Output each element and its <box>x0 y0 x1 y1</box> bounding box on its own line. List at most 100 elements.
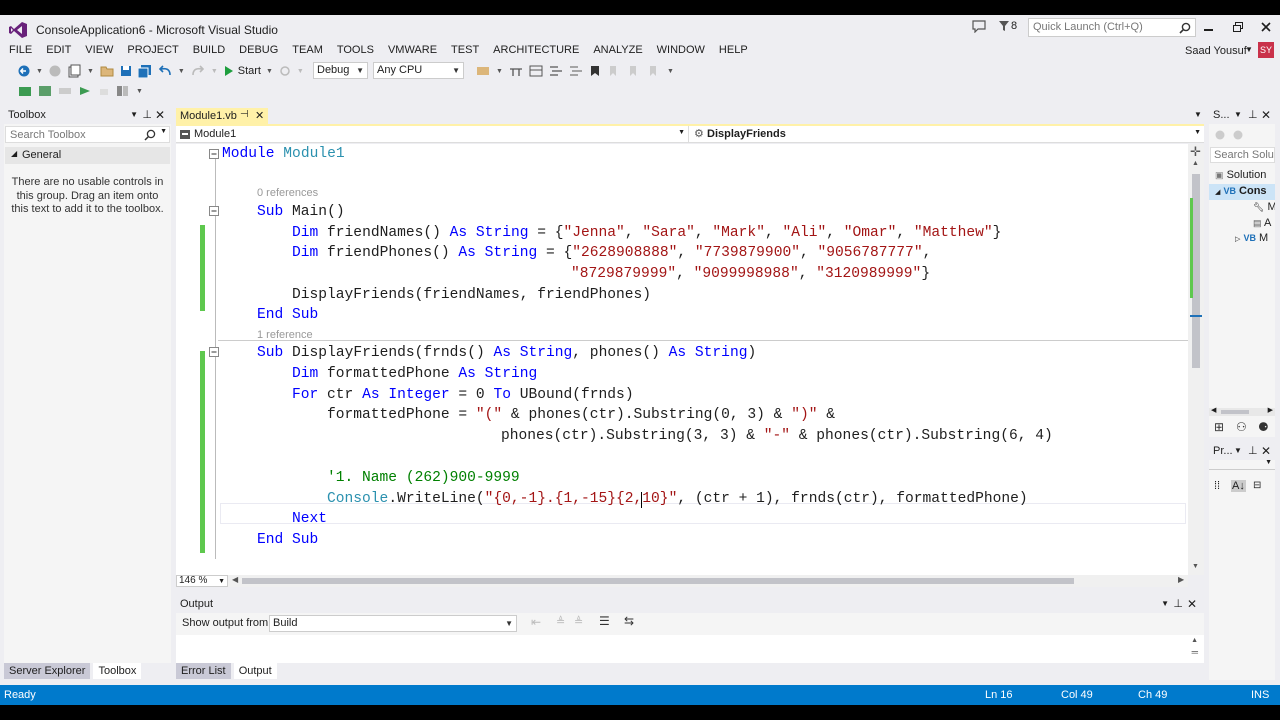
menu-vmware[interactable]: VMWARE <box>381 43 444 57</box>
restore-button[interactable] <box>1233 22 1243 32</box>
user-dropdown-icon[interactable]: ▼ <box>1245 45 1253 54</box>
extensions-icon[interactable] <box>116 85 130 97</box>
properties-object-select[interactable]: ▼ <box>1209 459 1275 470</box>
uncomment-icon[interactable] <box>569 65 583 77</box>
refresh-dropdown-icon[interactable]: ▼ <box>297 68 304 75</box>
open-folder-icon[interactable] <box>100 65 114 77</box>
user-name[interactable]: Saad Yousuf <box>1185 45 1247 57</box>
find-dropdown-icon[interactable]: ▼ <box>496 68 503 75</box>
menu-tools[interactable]: TOOLS <box>330 43 381 57</box>
panel-options-icon[interactable]: ▼ <box>130 106 138 124</box>
undo-icon[interactable] <box>158 65 172 77</box>
configuration-select[interactable]: Debug ▼ <box>313 62 368 79</box>
menu-build[interactable]: BUILD <box>186 43 232 57</box>
menu-test[interactable]: TEST <box>444 43 486 57</box>
close-icon[interactable]: ✕ <box>1187 595 1197 613</box>
prev-message-icon[interactable]: ≜ <box>556 615 565 628</box>
menu-architecture[interactable]: ARCHITECTURE <box>486 43 586 57</box>
scroll-right-icon[interactable]: ▶ <box>1268 406 1273 414</box>
split-editor-icon[interactable]: ✛ <box>1190 144 1201 160</box>
pin-icon[interactable]: ⊥ <box>1248 106 1258 124</box>
toolbox-search-input[interactable]: Search Toolbox ▼ <box>5 126 170 143</box>
new-dropdown-icon[interactable]: ▼ <box>87 68 94 75</box>
code-editor[interactable]: Module Module1 0 references Sub Main() D… <box>176 144 1188 575</box>
clear-all-icon[interactable]: ☰ <box>599 614 610 628</box>
navigate-icon[interactable] <box>509 65 523 77</box>
horizontal-scroll-thumb[interactable] <box>242 578 1074 584</box>
back-icon[interactable] <box>1215 130 1225 140</box>
feedback-filter-icon[interactable] <box>999 20 1009 32</box>
property-pages-icon[interactable]: ⊟ <box>1253 480 1261 491</box>
nav-type-select[interactable]: Module1 ▼ <box>176 126 689 143</box>
categorized-icon[interactable]: ⁞⁞ <box>1214 480 1220 492</box>
split-icon[interactable]: ═ <box>1192 647 1198 657</box>
save-icon[interactable] <box>120 65 132 77</box>
tree-item-solution[interactable]: ▣ Solution <box>1209 168 1275 184</box>
collapse-triangle-icon[interactable]: ◢ <box>11 149 17 158</box>
tab-server-explorer[interactable]: Server Explorer <box>4 663 91 679</box>
menu-debug[interactable]: DEBUG <box>232 43 285 57</box>
word-wrap-icon[interactable]: ⇆ <box>624 614 634 628</box>
prev-bookmark-icon[interactable] <box>607 65 621 77</box>
start-button[interactable]: Start <box>238 65 261 77</box>
copy-website-icon[interactable] <box>58 85 72 97</box>
menu-edit[interactable]: EDIT <box>39 43 78 57</box>
search-options-icon[interactable]: ▼ <box>160 128 167 135</box>
close-icon[interactable]: ✕ <box>1261 442 1271 460</box>
tree-item-project[interactable]: ◢ VB Cons <box>1209 183 1275 200</box>
pin-icon[interactable]: ⊥ <box>1173 595 1183 613</box>
menu-analyze[interactable]: ANALYZE <box>586 43 649 57</box>
go-to-message-icon[interactable]: ⇤ <box>531 615 541 629</box>
editor-vertical-scrollbar[interactable]: ✛ ▲ ▼ <box>1188 144 1204 575</box>
alphabetical-icon[interactable]: A↓ <box>1231 480 1246 492</box>
refresh-icon[interactable] <box>279 65 291 77</box>
tree-item-app-config[interactable]: ▤ A <box>1209 216 1275 232</box>
start-play-icon[interactable] <box>224 65 234 77</box>
bookmark-icon[interactable] <box>589 65 601 77</box>
redo-dropdown-icon[interactable]: ▼ <box>211 68 218 75</box>
class-view-tab-icon[interactable]: ⚈ <box>1258 420 1269 434</box>
pin-icon[interactable]: ⊣ <box>240 109 249 120</box>
forward-icon[interactable] <box>1233 130 1243 140</box>
clear-bookmarks-icon[interactable] <box>647 65 661 77</box>
expand-triangle-icon[interactable]: ◢ <box>1215 189 1220 196</box>
comment-icon[interactable] <box>549 65 563 77</box>
menu-view[interactable]: VIEW <box>78 43 120 57</box>
tab-module1-vb[interactable]: Module1.vb ⊣ ✕ <box>176 108 268 125</box>
scroll-thumb[interactable] <box>1221 410 1249 414</box>
save-all-icon[interactable] <box>137 64 152 78</box>
collapse-module-icon[interactable] <box>209 149 221 161</box>
new-project-icon[interactable] <box>67 64 81 78</box>
notifications-icon[interactable] <box>972 20 986 33</box>
tab-error-list[interactable]: Error List <box>176 663 231 679</box>
web-deploy-icon[interactable] <box>78 85 92 97</box>
close-tab-icon[interactable]: ✕ <box>255 109 264 122</box>
pin-icon[interactable]: ⊥ <box>1248 442 1258 460</box>
collapse-displayfriends-icon[interactable] <box>209 347 221 359</box>
platform-select[interactable]: Any CPU ▼ <box>373 62 464 79</box>
search-icon[interactable] <box>1179 22 1191 34</box>
panel-options-icon[interactable]: ▼ <box>1234 106 1242 124</box>
find-in-files-icon[interactable] <box>476 65 490 77</box>
scroll-right-icon[interactable]: ▶ <box>1178 575 1184 584</box>
close-icon[interactable]: ✕ <box>155 106 165 124</box>
panel-options-icon[interactable]: ▼ <box>1161 595 1169 613</box>
publish-icon[interactable] <box>18 85 32 97</box>
solution-explorer-tab-icon[interactable]: ⊞ <box>1214 420 1224 434</box>
menu-file[interactable]: FILE <box>2 43 39 57</box>
undo-dropdown-icon[interactable]: ▼ <box>178 68 185 75</box>
menu-team[interactable]: TEAM <box>285 43 330 57</box>
toolbox-group-general[interactable]: ◢ General <box>5 147 170 164</box>
nav-member-select[interactable]: ⚙ DisplayFriends ▼ <box>690 126 1204 143</box>
search-icon[interactable] <box>144 129 156 141</box>
close-button[interactable] <box>1261 22 1271 32</box>
tab-list-dropdown-icon[interactable]: ▼ <box>1194 110 1202 119</box>
panel-options-icon[interactable]: ▼ <box>1234 442 1242 460</box>
solution-search-input[interactable]: Search Solu <box>1210 147 1275 163</box>
next-message-icon[interactable]: ≜ <box>574 615 583 628</box>
minimize-button[interactable] <box>1204 29 1213 31</box>
tree-item-my-project[interactable]: 🔧︎ M <box>1209 200 1275 216</box>
back-dropdown-icon[interactable]: ▼ <box>36 68 43 75</box>
build-icon[interactable] <box>38 85 52 97</box>
redo-icon[interactable] <box>191 65 205 77</box>
